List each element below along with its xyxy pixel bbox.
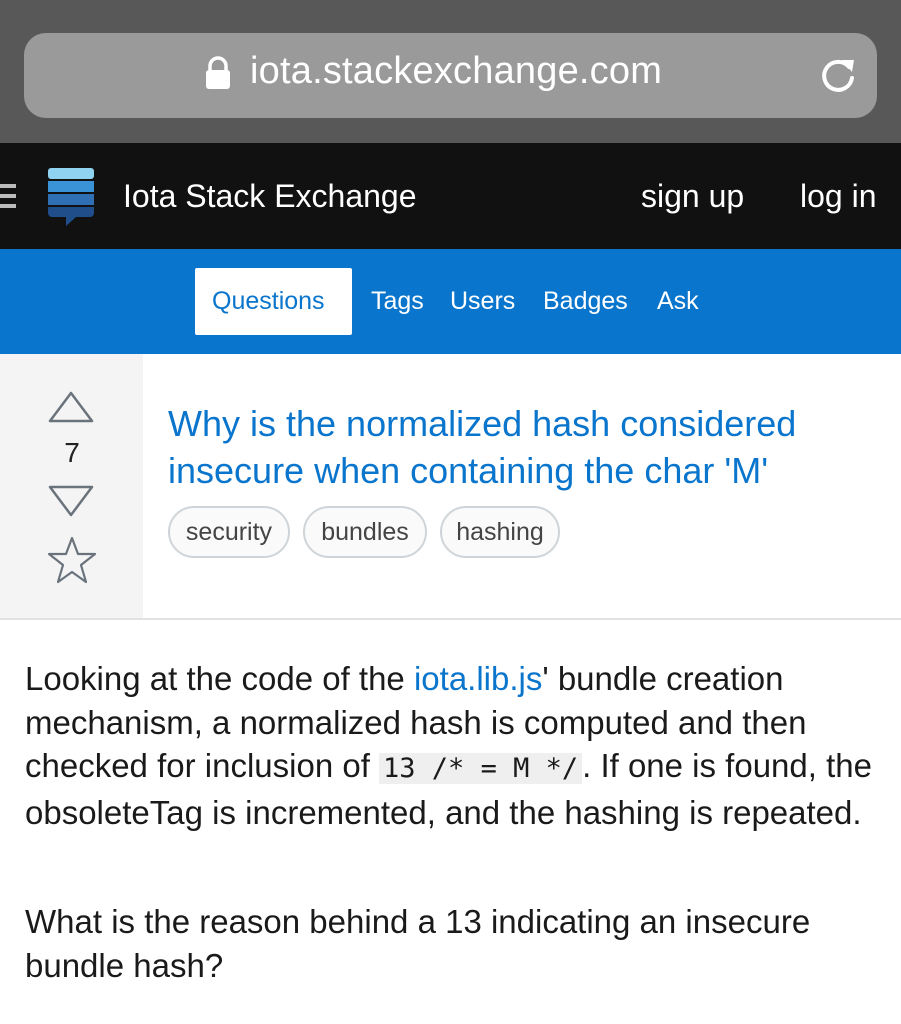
downvote-icon[interactable] — [47, 484, 95, 518]
tab-badges[interactable]: Badges — [543, 287, 628, 316]
tag-hashing[interactable]: hashing — [440, 506, 560, 558]
divider — [0, 618, 901, 620]
tab-users[interactable]: Users — [450, 287, 515, 316]
body-text: Looking at the code of the — [25, 660, 414, 697]
tab-ask[interactable]: Ask — [657, 287, 699, 316]
reload-icon[interactable] — [818, 56, 858, 96]
iota-lib-link[interactable]: iota.lib.js — [414, 660, 542, 697]
tag-bundles[interactable]: bundles — [303, 506, 427, 558]
tab-tags[interactable]: Tags — [371, 287, 424, 316]
menu-icon[interactable] — [0, 176, 22, 216]
tab-questions-label[interactable]: Questions — [212, 287, 325, 316]
site-name[interactable]: Iota Stack Exchange — [123, 178, 417, 215]
question-body-paragraph: Looking at the code of the iota.lib.js' … — [25, 657, 885, 834]
tag-security[interactable]: security — [168, 506, 290, 558]
question-body-paragraph-2: What is the reason behind a 13 indicatin… — [25, 903, 811, 984]
favorite-star-icon[interactable] — [47, 535, 97, 585]
signup-link[interactable]: sign up — [641, 178, 744, 215]
address-bar-url[interactable]: iota.stackexchange.com — [250, 50, 662, 93]
lock-icon — [206, 56, 230, 89]
inline-code: 13 /* = M */ — [379, 753, 583, 784]
stack-exchange-logo-icon[interactable] — [46, 168, 96, 228]
question-title[interactable]: Why is the normalized hash considered in… — [168, 400, 888, 494]
login-link[interactable]: log in — [800, 178, 877, 215]
upvote-icon[interactable] — [47, 390, 95, 424]
vote-count: 7 — [64, 437, 80, 468]
